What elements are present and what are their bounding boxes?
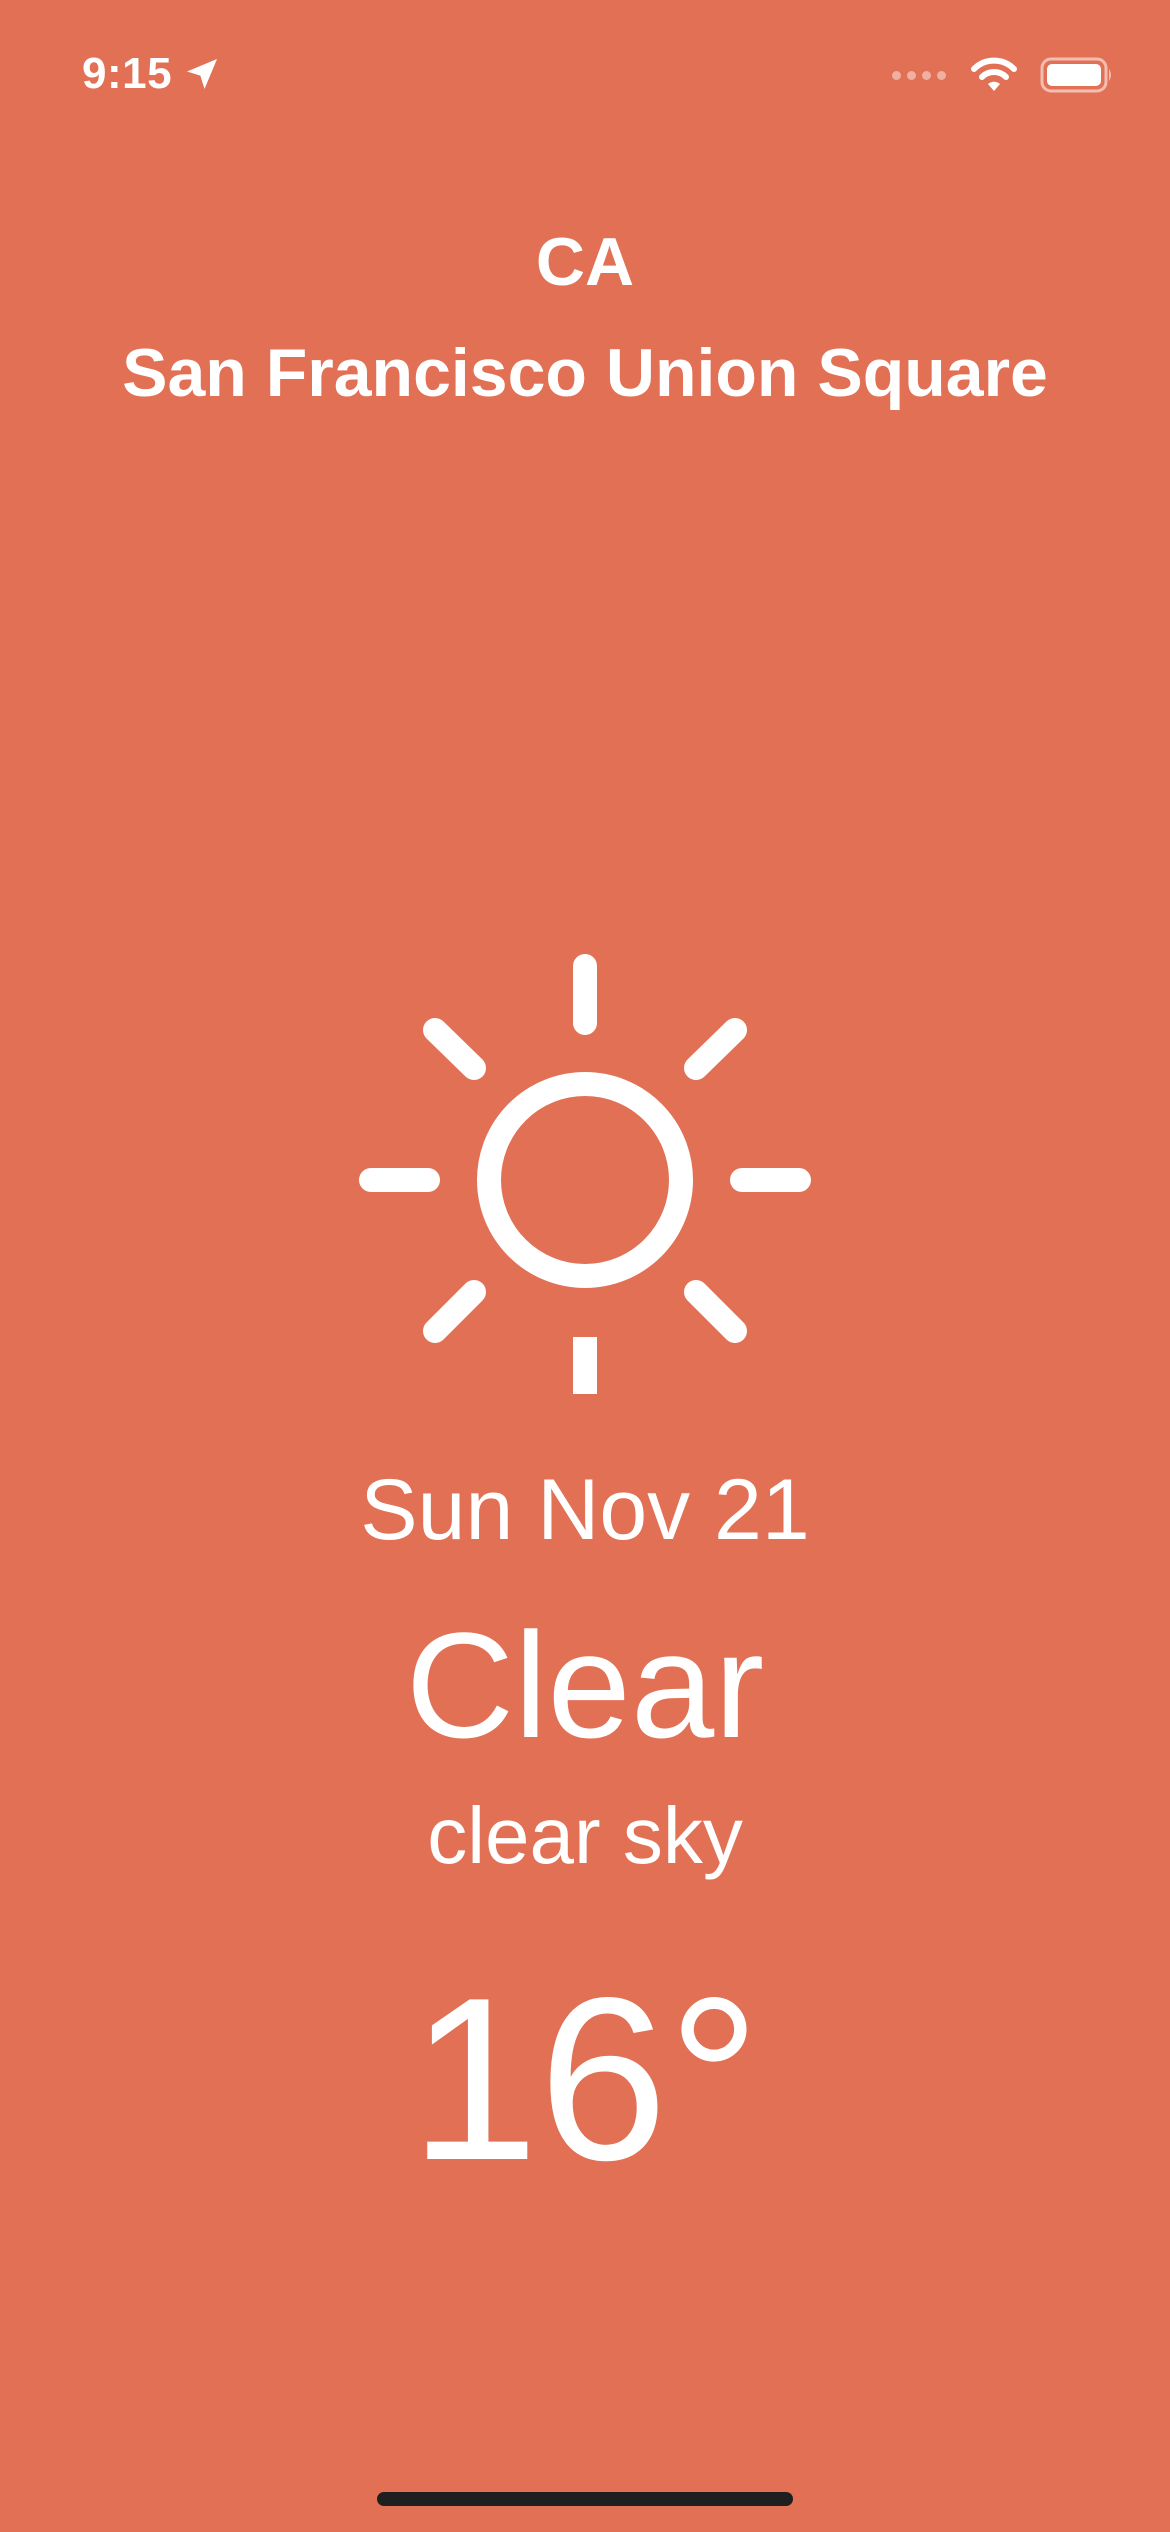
status-bar: 9:15 [0,0,1170,150]
weather-condition: Clear [405,1601,765,1769]
signal-icon [892,70,946,80]
forecast-date: Sun Nov 21 [360,1462,810,1558]
city-title: San Francisco Union Square [122,335,1048,411]
status-time-group: 9:15 [82,46,222,102]
weather-description: clear sky [427,1791,743,1880]
status-time: 9:15 [82,49,173,98]
temperature-value: 16° [409,1950,761,2209]
location-arrow-icon [187,59,218,89]
status-indicators [892,50,1114,100]
wifi-icon [971,57,1017,91]
battery-icon [1040,57,1111,93]
home-indicator[interactable] [377,2492,793,2506]
sun-icon [359,954,811,1394]
region-label: CA [535,224,635,300]
